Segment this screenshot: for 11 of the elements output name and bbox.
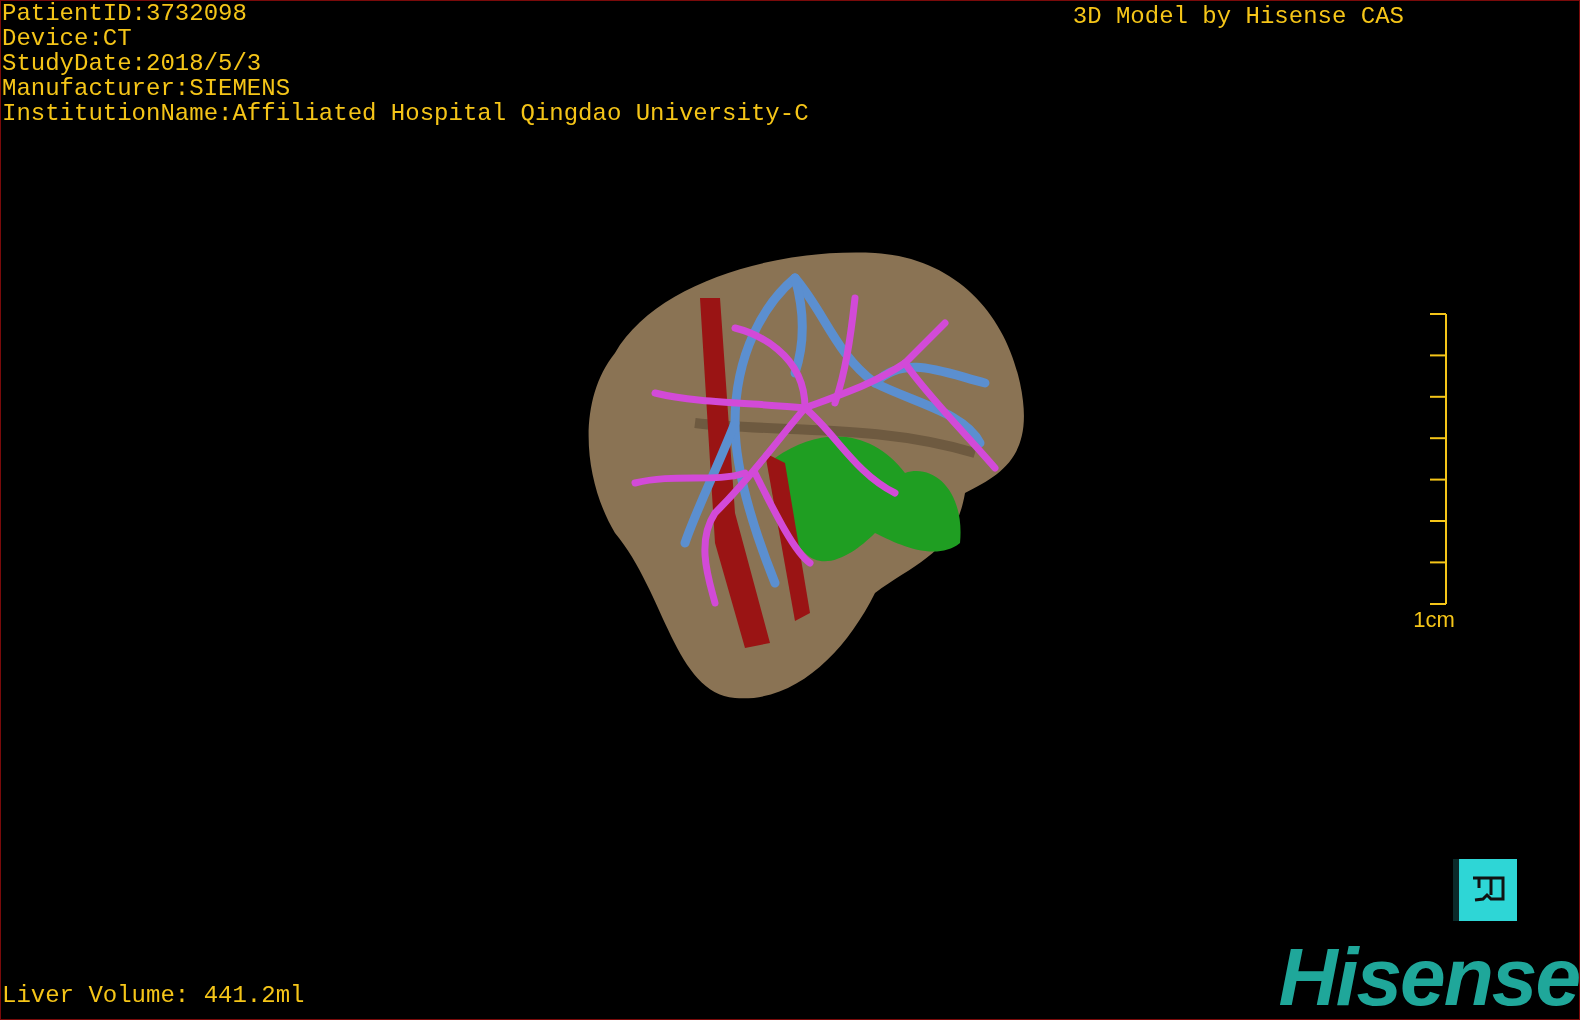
scale-ruler-icon — [1430, 312, 1448, 605]
scale-label: 1cm — [1413, 606, 1455, 633]
orientation-button[interactable] — [1453, 859, 1517, 921]
patient-info-text: Manufacturer:SIEMENS — [2, 76, 292, 101]
patient-info-text: Device:CT — [2, 26, 133, 51]
brand-logo: Hisense — [1278, 941, 1579, 1019]
patient-info-text: StudyDate:2018/5/3 — [2, 51, 263, 76]
credit-text: 3D Model by Hisense CAS — [1072, 2, 1404, 32]
liver-volume-text: Liver Volume: 441.2ml — [1, 981, 305, 1011]
patient-info-text: InstitutionName:Affiliated Hospital Qingdao University-C — [2, 101, 809, 126]
patient-info-text: PatientID:3732098 — [2, 1, 248, 26]
